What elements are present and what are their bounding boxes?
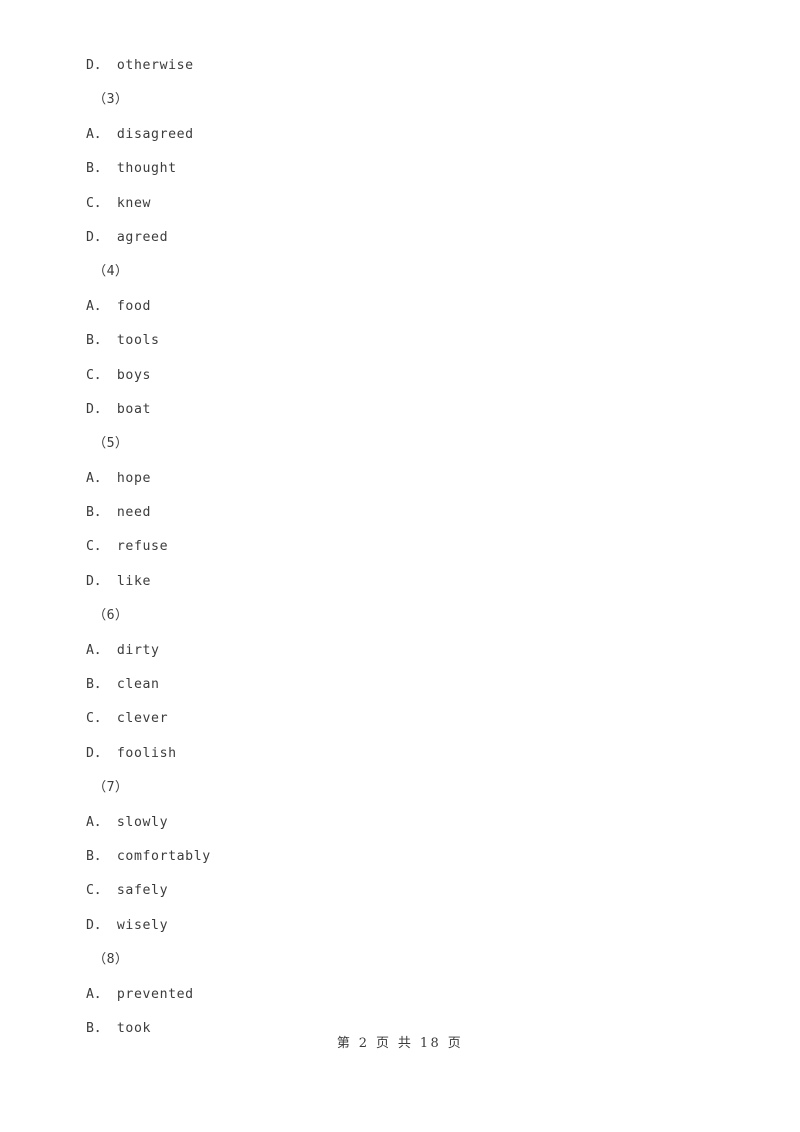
answer-option: A． food [86,298,152,314]
answer-option: A． hope [86,470,152,486]
question-number: （3） [93,92,129,108]
question-number: （7） [93,780,129,796]
answer-option: A． prevented [86,986,194,1002]
answer-option: C． safely [86,883,169,899]
answer-option: A． disagreed [86,126,194,142]
question-number: （5） [93,436,129,452]
answer-option: B． comfortably [86,848,211,864]
question-options-list: D． otherwise （3） A． disagreed B． thought C． … [86,49,706,1046]
answer-option: A． slowly [86,814,169,830]
answer-option: D． like [86,573,152,589]
answer-option: C． clever [86,711,169,727]
answer-option: C． boys [86,367,152,383]
answer-option: B． thought [86,161,177,177]
question-number: （4） [93,264,129,280]
answer-option: D． boat [86,401,152,417]
answer-option: B． tools [86,333,160,349]
answer-option: B． need [86,505,152,521]
answer-option: A． dirty [86,642,160,658]
answer-option: C． refuse [86,539,169,555]
answer-option: B． clean [86,677,160,693]
answer-option: D． agreed [86,229,169,245]
answer-option: D． foolish [86,745,177,761]
answer-option: D． wisely [86,917,169,933]
answer-option: D． otherwise [86,58,194,73]
page-footer: 第 2 页 共 18 页 [336,1036,464,1051]
document-page: D． otherwise （3） A． disagreed B． thought C． … [0,0,800,1132]
question-number: （8） [93,952,129,968]
question-number: （6） [93,608,129,624]
answer-option: C． knew [86,195,152,211]
